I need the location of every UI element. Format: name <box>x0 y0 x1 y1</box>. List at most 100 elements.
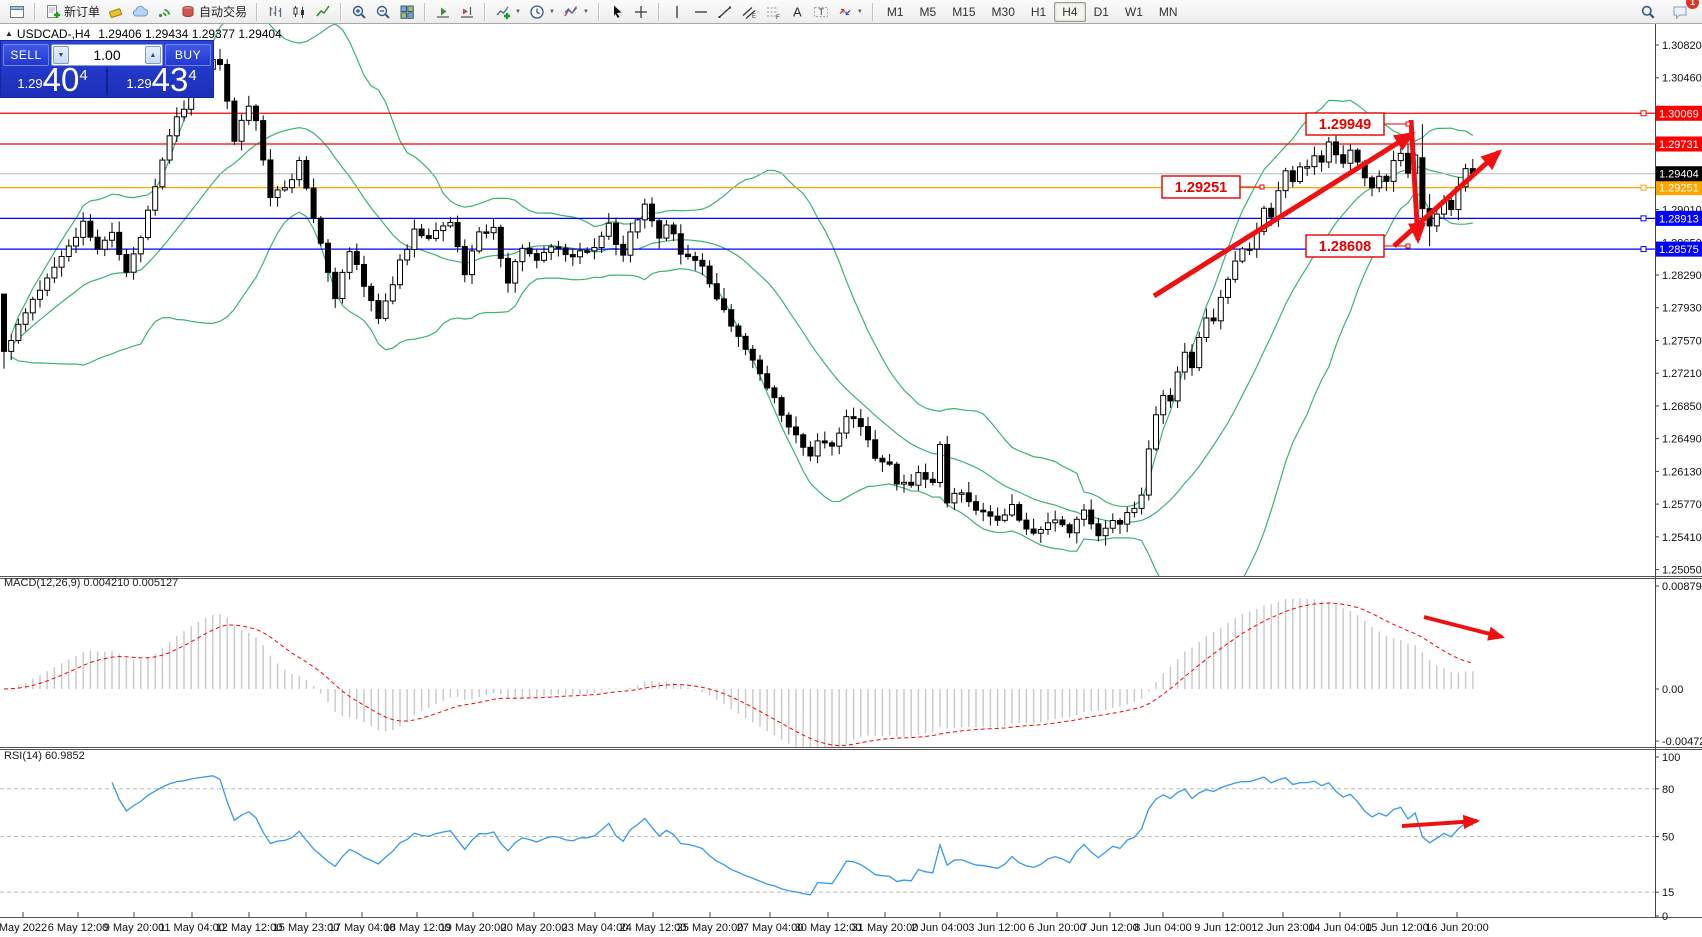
trend-arrow[interactable] <box>1154 134 1412 296</box>
buy-price[interactable]: 1.29434 <box>110 68 213 95</box>
line-handle[interactable] <box>1641 111 1646 116</box>
candle-body <box>1269 208 1274 217</box>
candle-body <box>304 160 309 188</box>
candle <box>167 129 172 164</box>
line-handle[interactable] <box>1641 216 1646 221</box>
candle <box>520 245 525 272</box>
candle-body <box>9 341 14 352</box>
candle-body <box>599 236 604 247</box>
candle <box>664 220 669 241</box>
price-tick-label: 1.30820 <box>1662 40 1702 52</box>
candle-body <box>527 248 532 253</box>
time-axis-label[interactable]: 12 Jun 23:00 <box>1251 922 1315 934</box>
time-axis-label[interactable]: 7 Jun 12:00 <box>1081 922 1139 934</box>
time-axis-label[interactable]: May 2022 <box>0 922 47 934</box>
chart-canvas[interactable]: 1.299491.292511.286081.308201.304601.301… <box>0 0 1702 937</box>
mt4-window: 新订单自动交易▼▼▼EFAT▼M1M5M15M30H1H4D1W1MN1 ▲US… <box>0 0 1702 937</box>
candle <box>369 283 374 311</box>
time-axis-label[interactable]: 25 May 20:00 <box>677 922 744 934</box>
time-axis-label[interactable]: 27 May 04:00 <box>737 922 804 934</box>
time-axis-label[interactable]: 8 Jun 04:00 <box>1134 922 1192 934</box>
macd-pane[interactable] <box>4 598 1502 752</box>
candle-body <box>873 440 878 458</box>
candle-body <box>822 441 827 443</box>
candle <box>347 247 352 279</box>
candle-body <box>664 225 669 238</box>
time-axis-label[interactable]: 3 Jun 12:00 <box>968 922 1026 934</box>
time-axis-label[interactable]: 19 May 20:00 <box>440 922 507 934</box>
sell-price[interactable]: 1.29404 <box>1 68 104 95</box>
candle-body <box>383 301 388 318</box>
time-axis-label[interactable]: 31 May 20:00 <box>852 922 919 934</box>
candle-body <box>491 227 496 232</box>
time-axis-label[interactable]: 6 Jun 20:00 <box>1028 922 1086 934</box>
candle <box>412 220 417 258</box>
price-tick-label: 1.27570 <box>1662 335 1702 347</box>
candle-body <box>945 444 950 502</box>
line-handle[interactable] <box>1641 185 1646 190</box>
candle <box>441 222 446 241</box>
time-axis-label[interactable]: 6 May 12:00 <box>48 922 109 934</box>
price-tag[interactable]: 1.29251 <box>1162 176 1264 198</box>
candle-body <box>938 444 943 482</box>
volume-value[interactable]: 1.00 <box>70 47 144 63</box>
candle <box>1067 523 1072 538</box>
candle-body <box>426 236 431 239</box>
candle <box>239 114 244 150</box>
candle <box>916 465 921 490</box>
time-axis-label[interactable]: 15 Jun 12:00 <box>1365 922 1429 934</box>
candle-body <box>1348 150 1353 163</box>
macd-trend-arrow[interactable] <box>1424 617 1502 637</box>
candle-body <box>635 220 640 232</box>
candle-body <box>988 512 993 516</box>
time-axis-label[interactable]: 9 May 20:00 <box>104 922 165 934</box>
tag-text: 1.29251 <box>1175 180 1227 196</box>
price-tag[interactable]: 1.28608 <box>1306 235 1410 257</box>
trend-arrow[interactable] <box>1411 120 1418 240</box>
time-axis-label[interactable]: 20 May 20:00 <box>501 922 568 934</box>
candle-body <box>311 188 316 218</box>
tag-text: 1.28608 <box>1319 239 1371 255</box>
candle <box>1154 406 1159 451</box>
candle-body <box>563 248 568 254</box>
candle-body <box>801 435 806 448</box>
candle <box>628 223 633 263</box>
candle-body <box>462 247 467 275</box>
rsi-trend-arrow[interactable] <box>1402 821 1477 826</box>
candle-body <box>628 232 633 255</box>
panel-collapse-arrow[interactable]: ▲ <box>5 29 13 38</box>
time-axis-label[interactable]: 23 May 04:00 <box>562 922 629 934</box>
time-axis-label[interactable]: 9 Jun 12:00 <box>1194 922 1252 934</box>
candle-body <box>477 232 482 251</box>
main-price-pane[interactable] <box>0 12 1655 606</box>
candle <box>621 236 626 262</box>
candle <box>930 472 935 485</box>
candle <box>1326 137 1331 168</box>
candle <box>1053 511 1058 532</box>
sell-price-pipette: 4 <box>79 69 87 83</box>
time-axis-label[interactable]: 2 Jun 04:00 <box>911 922 969 934</box>
candle <box>304 156 309 190</box>
time-axis-label[interactable]: 14 Jun 04:00 <box>1308 922 1372 934</box>
candle-body <box>923 473 928 480</box>
candle <box>1125 507 1130 532</box>
candle-body <box>174 117 179 136</box>
candle-body <box>1002 515 1007 520</box>
line-handle[interactable] <box>1641 247 1646 252</box>
candle <box>794 416 799 443</box>
candle-body <box>2 294 7 351</box>
rsi-pane[interactable] <box>0 776 1655 895</box>
time-axis-label[interactable]: 16 Jun 20:00 <box>1425 922 1489 934</box>
candle <box>182 101 187 122</box>
candle-body <box>1146 449 1151 495</box>
candle <box>1226 277 1231 304</box>
candle <box>59 250 64 276</box>
candle <box>383 293 388 321</box>
candle-body <box>412 229 417 249</box>
price-divider <box>106 68 108 95</box>
candle-body <box>1182 352 1187 372</box>
candle <box>1398 148 1403 167</box>
chart-symbol-timeframe: USDCAD-,H4 <box>17 27 90 41</box>
candle <box>455 216 460 253</box>
candle-body <box>1089 510 1094 524</box>
